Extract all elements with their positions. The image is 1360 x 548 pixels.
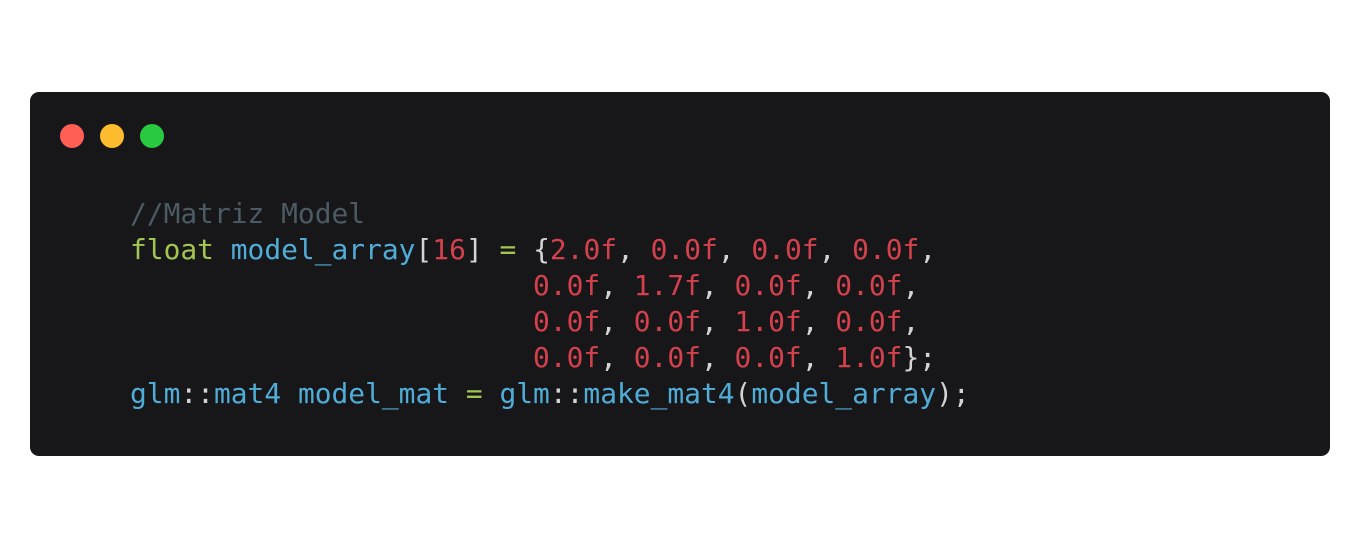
code-token-number: 1.0f <box>835 341 903 374</box>
code-token-punct: :: <box>549 377 584 410</box>
code-token-punct: , <box>801 269 836 302</box>
code-token-identifier: model_mat <box>297 377 450 410</box>
code-token-punct: ] <box>465 233 483 266</box>
code-token-punct: , <box>700 305 735 338</box>
code-token-number: 0.0f <box>650 233 718 266</box>
code-token-punct: , <box>700 341 735 374</box>
code-token-number: 0.0f <box>533 305 601 338</box>
code-token-punct: , <box>919 233 937 266</box>
code-token-number: 0.0f <box>835 269 903 302</box>
code-token-identifier: glm <box>499 377 550 410</box>
code-line: 0.0f, 1.7f, 0.0f, 0.0f, <box>130 268 970 304</box>
code-token-punct: , <box>801 305 836 338</box>
code-token-operator: = <box>499 233 517 266</box>
code-token-identifier: model_array <box>230 233 416 266</box>
code-token-number: 2.0f <box>549 233 618 266</box>
code-token-number: 0.0f <box>734 269 802 302</box>
code-window: //Matriz Model float model_array[16] = {2… <box>30 92 1330 456</box>
code-token-punct: , <box>600 269 634 302</box>
code-token-number: 16 <box>432 233 466 266</box>
code-token-identifier: glm <box>130 377 181 410</box>
minimize-window-icon[interactable] <box>100 124 124 148</box>
code-line: float model_array[16] = {2.0f, 0.0f, 0.0… <box>130 232 970 268</box>
code-line: glm::mat4 model_mat = glm::make_mat4(mod… <box>130 376 970 412</box>
code-token-number: 0.0f <box>533 269 601 302</box>
code-token-punct: , <box>902 305 920 338</box>
code-token-number: 0.0f <box>633 341 701 374</box>
code-token-number: 0.0f <box>835 305 903 338</box>
code-token-number: 0.0f <box>751 233 819 266</box>
code-token-number: 0.0f <box>734 341 802 374</box>
code-token-punct: , <box>600 341 634 374</box>
code-token-punct: { <box>533 233 550 266</box>
code-token-number: 1.0f <box>734 305 802 338</box>
code-token-punct: , <box>801 341 836 374</box>
code-token-number: 1.7f <box>633 269 701 302</box>
code-token-punct: }; <box>902 341 937 374</box>
code-block: //Matriz Model float model_array[16] = {2… <box>130 196 970 412</box>
code-token-punct: , <box>717 233 752 266</box>
code-token-number: 0.0f <box>633 305 701 338</box>
code-token-punct: :: <box>180 377 214 410</box>
code-token-number: 0.0f <box>533 341 601 374</box>
code-token-punct: , <box>700 269 735 302</box>
code-token-punct: ); <box>936 377 970 410</box>
code-token-keyword: float <box>130 233 214 266</box>
code-token-punct: , <box>902 269 920 302</box>
code-token-identifier: model_array <box>751 377 937 410</box>
code-token-punct: , <box>617 233 651 266</box>
code-token-punct: , <box>818 233 853 266</box>
code-token-number: 0.0f <box>852 233 920 266</box>
code-token-identifier: make_mat4 <box>583 377 735 410</box>
code-line: 0.0f, 0.0f, 0.0f, 1.0f}; <box>130 340 970 376</box>
close-window-icon[interactable] <box>60 124 84 148</box>
code-token-punct: ( <box>734 377 752 410</box>
code-line: 0.0f, 0.0f, 1.0f, 0.0f, <box>130 304 970 340</box>
code-token-identifier: mat4 <box>213 377 282 410</box>
code-token-punct: , <box>600 305 634 338</box>
maximize-window-icon[interactable] <box>140 124 164 148</box>
code-token-comment: //Matriz Model <box>130 197 366 230</box>
code-line: //Matriz Model <box>130 196 970 232</box>
code-token-punct: [ <box>415 233 433 266</box>
code-token-operator: = <box>465 377 483 410</box>
